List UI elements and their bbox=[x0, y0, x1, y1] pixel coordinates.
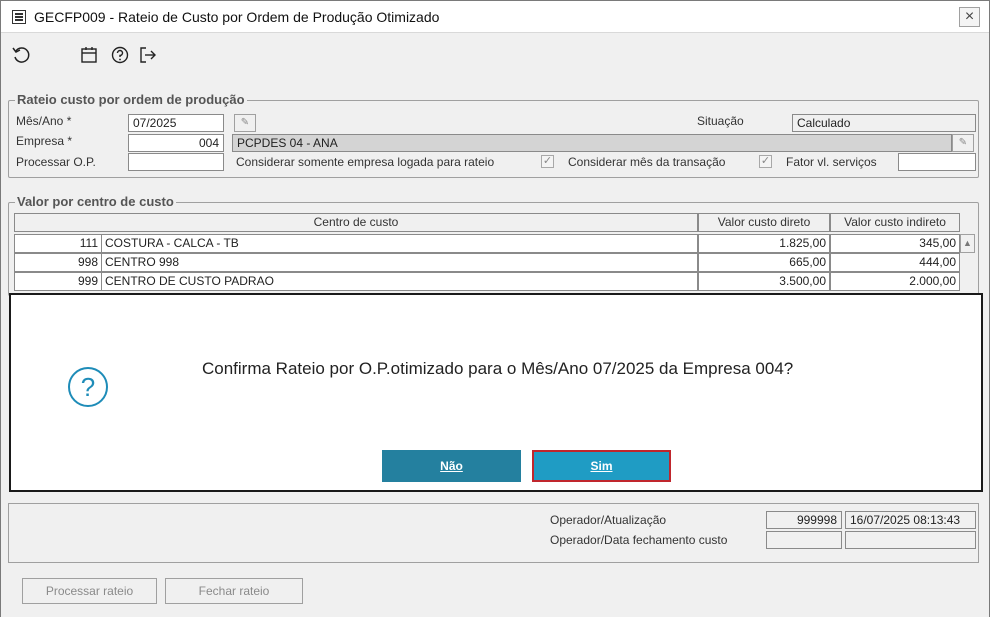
fechamento-label: Operador/Data fechamento custo bbox=[550, 533, 728, 547]
cell-direto: 3.500,00 bbox=[698, 272, 830, 291]
col-valor-direto[interactable]: Valor custo direto bbox=[698, 213, 830, 232]
cell-code: 999 bbox=[14, 272, 102, 291]
mes-transacao-checkbox[interactable]: ✓ bbox=[759, 155, 772, 168]
fechar-rateio-button[interactable]: Fechar rateio bbox=[165, 578, 303, 604]
toolbar bbox=[1, 34, 989, 78]
scroll-up-button[interactable]: ▲ bbox=[960, 234, 975, 253]
table-row[interactable]: 999 CENTRO DE CUSTO PADRAO 3.500,00 2.00… bbox=[14, 272, 960, 291]
mes-ano-lookup-button[interactable]: ✎ bbox=[234, 114, 256, 132]
col-valor-indireto[interactable]: Valor custo indireto bbox=[830, 213, 960, 232]
app-icon bbox=[12, 10, 26, 24]
dialog-message: Confirma Rateio por O.P.otimizado para o… bbox=[202, 359, 794, 378]
mes-ano-label: Mês/Ano * bbox=[16, 114, 72, 128]
cell-name: CENTRO DE CUSTO PADRAO bbox=[101, 272, 698, 291]
processar-op-label: Processar O.P. bbox=[16, 155, 96, 169]
empresa-name-field: PCPDES 04 - ANA bbox=[232, 134, 952, 152]
fator-label: Fator vl. serviços bbox=[786, 155, 877, 169]
empresa-label: Empresa * bbox=[16, 134, 73, 148]
cell-name: CENTRO 998 bbox=[101, 253, 698, 272]
yes-button[interactable]: Sim bbox=[532, 450, 671, 482]
mes-transacao-label: Considerar mês da transação bbox=[568, 155, 726, 169]
situacao-field: Calculado bbox=[792, 114, 976, 132]
help-icon[interactable] bbox=[110, 45, 130, 65]
empresa-code-input[interactable]: 004 bbox=[128, 134, 224, 152]
situacao-label: Situação bbox=[697, 114, 744, 128]
cell-code: 998 bbox=[14, 253, 102, 272]
operador-label: Operador/Atualização bbox=[550, 513, 667, 527]
processar-op-input[interactable] bbox=[128, 153, 224, 171]
fator-input[interactable] bbox=[898, 153, 976, 171]
title-bar: GECFP009 - Rateio de Custo por Ordem de … bbox=[1, 1, 989, 33]
refresh-icon[interactable] bbox=[11, 45, 31, 65]
rateio-legend: Rateio custo por ordem de produção bbox=[15, 92, 247, 107]
cell-indireto: 444,00 bbox=[830, 253, 960, 272]
empresa-lookup-button[interactable]: ✎ bbox=[952, 134, 974, 152]
window-title: GECFP009 - Rateio de Custo por Ordem de … bbox=[34, 9, 440, 25]
question-icon: ? bbox=[68, 367, 108, 407]
confirm-dialog: ? Confirma Rateio por O.P.otimizado para… bbox=[9, 293, 983, 492]
cell-direto: 1.825,00 bbox=[698, 234, 830, 253]
operador-code-field: 999998 bbox=[766, 511, 842, 529]
centro-legend: Valor por centro de custo bbox=[15, 194, 176, 209]
calendar-icon[interactable] bbox=[79, 45, 99, 65]
cell-indireto: 345,00 bbox=[830, 234, 960, 253]
table-row[interactable]: 998 CENTRO 998 665,00 444,00 bbox=[14, 253, 960, 272]
cell-direto: 665,00 bbox=[698, 253, 830, 272]
cell-indireto: 2.000,00 bbox=[830, 272, 960, 291]
table-row[interactable]: 111 COSTURA - CALCA - TB 1.825,00 345,00 bbox=[14, 234, 960, 253]
operador-datetime-field: 16/07/2025 08:13:43 bbox=[845, 511, 976, 529]
no-button[interactable]: Não bbox=[382, 450, 521, 482]
somente-empresa-checkbox[interactable]: ✓ bbox=[541, 155, 554, 168]
main-window: GECFP009 - Rateio de Custo por Ordem de … bbox=[0, 0, 990, 617]
cell-name: COSTURA - CALCA - TB bbox=[101, 234, 698, 253]
mes-ano-input[interactable]: 07/2025 bbox=[128, 114, 224, 132]
col-centro-custo[interactable]: Centro de custo bbox=[14, 213, 698, 232]
processar-rateio-button[interactable]: Processar rateio bbox=[22, 578, 157, 604]
somente-empresa-label: Considerar somente empresa logada para r… bbox=[236, 155, 495, 169]
cell-code: 111 bbox=[14, 234, 102, 253]
exit-icon[interactable] bbox=[138, 45, 158, 65]
fechamento-code-field bbox=[766, 531, 842, 549]
fechamento-date-field bbox=[845, 531, 976, 549]
close-button[interactable]: × bbox=[959, 7, 980, 27]
